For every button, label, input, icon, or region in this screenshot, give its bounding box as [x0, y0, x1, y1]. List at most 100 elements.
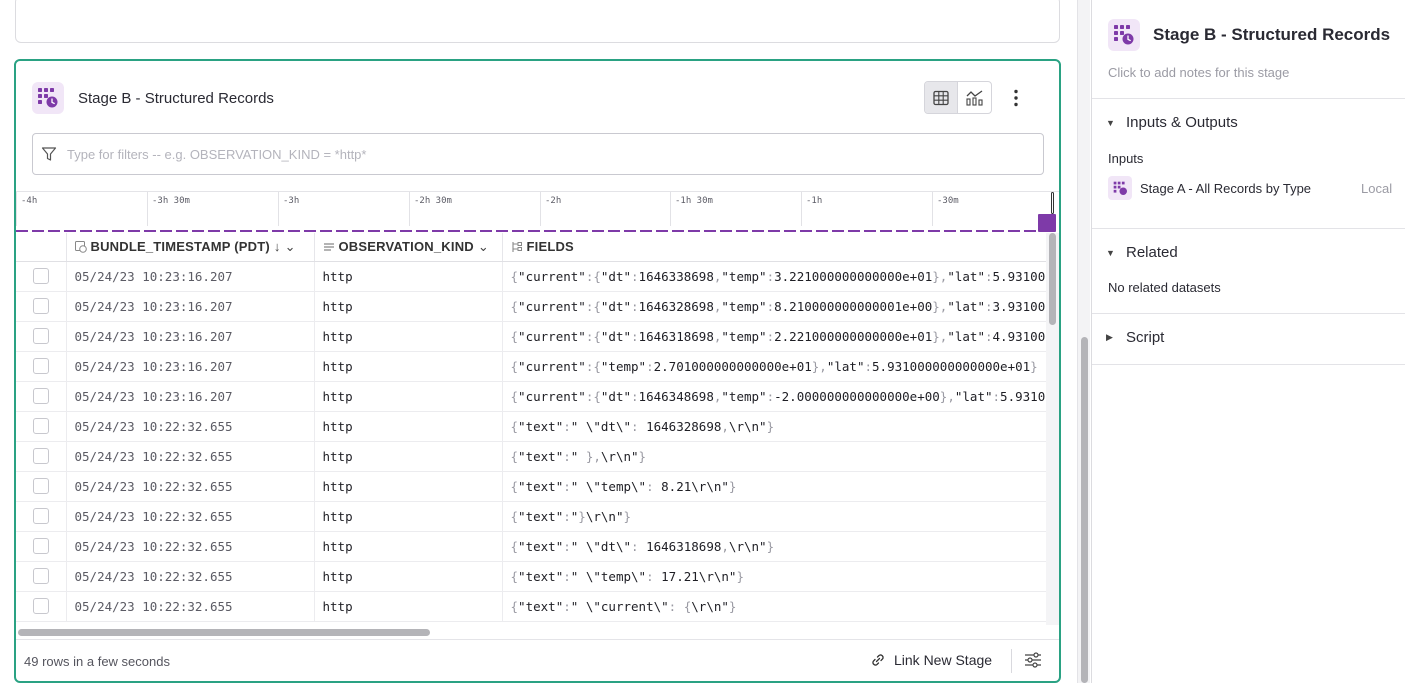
timestamp-cell[interactable]: 05/24/23 10:22:32.655 [66, 471, 315, 502]
observation-kind-cell[interactable]: http [314, 501, 503, 532]
table-row[interactable]: 05/24/23 10:23:16.207 http {"current":{"dt… [16, 321, 1046, 352]
scrollbar-thumb[interactable] [1081, 337, 1088, 683]
link-new-stage-button[interactable]: Link New Stage [870, 652, 992, 668]
visualize-view-icon[interactable] [958, 82, 991, 113]
observation-kind-cell[interactable]: http [314, 441, 503, 472]
observation-kind-cell[interactable]: http [314, 411, 503, 442]
row-checkbox[interactable] [32, 298, 49, 315]
stage-header: Stage B - Structured Records [32, 81, 274, 115]
table-row[interactable]: 05/24/23 10:22:32.655 http {"text":" \"tem… [16, 471, 1046, 502]
row-count: 49 rows in a few seconds [24, 654, 170, 669]
column-header-fields[interactable]: FIELDS [502, 233, 1046, 262]
table-view-icon[interactable] [925, 82, 959, 113]
string-column-icon [323, 243, 334, 251]
table-header-row: BUNDLE_TIMESTAMP (PDT) ↓ ⌄ OBSERVATION_KIN… [16, 233, 1046, 262]
row-checkbox[interactable] [32, 538, 49, 555]
chevron-down-icon[interactable]: ⌄ [285, 239, 296, 255]
table-row[interactable]: 05/24/23 10:22:32.655 http {"text":" \"tem… [16, 561, 1046, 592]
timestamp-cell[interactable]: 05/24/23 10:23:16.207 [66, 261, 315, 292]
row-checkbox[interactable] [32, 328, 49, 345]
observation-kind-cell[interactable]: http [314, 591, 503, 622]
timeline-tick: -4h [16, 192, 147, 226]
timestamp-cell[interactable]: 05/24/23 10:22:32.655 [66, 411, 315, 442]
fields-cell[interactable]: {"text":" \"dt\": 1646318698,\r\n"} [502, 531, 1046, 562]
timeline-data-bar[interactable] [1038, 214, 1056, 232]
table-row[interactable]: 05/24/23 10:22:32.655 http {"text":" \"dt\… [16, 531, 1046, 562]
section-related[interactable]: ▼ Related [1106, 244, 1178, 261]
observation-kind-cell[interactable]: http [314, 531, 503, 562]
table-horizontal-scrollbar[interactable] [16, 625, 1046, 639]
stage-footer: 49 rows in a few seconds Link New Stage [16, 639, 1059, 681]
timestamp-cell[interactable]: 05/24/23 10:22:32.655 [66, 441, 315, 472]
filter-bar[interactable] [32, 133, 1044, 175]
stage-notes[interactable]: Click to add notes for this stage [1108, 65, 1289, 80]
timestamp-cell[interactable]: 05/24/23 10:23:16.207 [66, 351, 315, 382]
fields-cell[interactable]: {"current":{"dt":1646318698,"temp":2.221… [502, 321, 1046, 352]
table-vertical-scrollbar[interactable] [1046, 233, 1059, 625]
timestamp-cell[interactable]: 05/24/23 10:22:32.655 [66, 561, 315, 592]
section-inputs-outputs[interactable]: ▼ Inputs & Outputs [1106, 114, 1238, 131]
row-checkbox[interactable] [32, 478, 49, 495]
row-checkbox[interactable] [32, 568, 49, 585]
table-row[interactable]: 05/24/23 10:22:32.655 http {"text":"}\r\n"… [16, 501, 1046, 532]
fields-cell[interactable]: {"text":" \"current\": {\r\n"} [502, 591, 1046, 622]
column-header-bundle-timestamp[interactable]: BUNDLE_TIMESTAMP (PDT) ↓ ⌄ [66, 233, 315, 262]
timestamp-cell[interactable]: 05/24/23 10:22:32.655 [66, 531, 315, 562]
row-checkbox[interactable] [32, 508, 49, 525]
row-checkbox[interactable] [32, 598, 49, 615]
fields-cell[interactable]: {"current":{"temp":2.701000000000000e+01… [502, 351, 1046, 382]
timestamp-cell[interactable]: 05/24/23 10:23:16.207 [66, 291, 315, 322]
observation-kind-cell[interactable]: http [314, 381, 503, 412]
table-row[interactable]: 05/24/23 10:22:32.655 http {"text":" },\r\… [16, 441, 1046, 472]
divider [1092, 364, 1405, 365]
panel-title[interactable]: Stage B - Structured Records [1153, 25, 1390, 45]
timestamp-cell[interactable]: 05/24/23 10:22:32.655 [66, 591, 315, 622]
fields-cell[interactable]: {"text":"}\r\n"} [502, 501, 1046, 532]
timestamp-cell[interactable]: 05/24/23 10:22:32.655 [66, 501, 315, 532]
row-checkbox[interactable] [32, 388, 49, 405]
fields-cell[interactable]: {"current":{"dt":1646338698,"temp":3.221… [502, 261, 1046, 292]
fields-cell[interactable]: {"text":" \"temp\": 8.21\r\n"} [502, 471, 1046, 502]
table-row[interactable]: 05/24/23 10:22:32.655 http {"text":" \"cur… [16, 591, 1046, 622]
fields-cell[interactable]: {"current":{"dt":1646328698,"temp":8.210… [502, 291, 1046, 322]
workspace-scrollbar[interactable] [1077, 0, 1090, 683]
filter-input[interactable] [67, 146, 1007, 162]
observation-kind-cell[interactable]: http [314, 471, 503, 502]
timeline[interactable]: -4h -3h 30m -3h -2h 30m -2h -1h 30m -1h … [16, 191, 1059, 233]
table-row[interactable]: 05/24/23 10:23:16.207 http {"current":{"te… [16, 351, 1046, 382]
settings-sliders-icon[interactable] [1024, 651, 1042, 674]
observation-kind-cell[interactable]: http [314, 291, 503, 322]
stage-card[interactable]: Stage B - Structured Records -4h -3h 30m… [14, 59, 1061, 683]
timestamp-cell[interactable]: 05/24/23 10:23:16.207 [66, 381, 315, 412]
column-header-observation-kind[interactable]: OBSERVATION_KIND ⌄ [314, 233, 503, 262]
timeline-range-handle[interactable] [1051, 192, 1054, 214]
section-script[interactable]: ▶ Script [1106, 329, 1164, 346]
timeline-baseline [16, 230, 1040, 232]
timestamp-cell[interactable]: 05/24/23 10:23:16.207 [66, 321, 315, 352]
table-row[interactable]: 05/24/23 10:23:16.207 http {"current":{"dt… [16, 381, 1046, 412]
table-row[interactable]: 05/24/23 10:22:32.655 http {"text":" \"dt\… [16, 411, 1046, 442]
fields-cell[interactable]: {"text":" },\r\n"} [502, 441, 1046, 472]
input-stage-link[interactable]: Stage A - All Records by Type Local [1108, 176, 1405, 200]
fields-cell[interactable]: {"current":{"dt":1646348698,"temp":-2.00… [502, 381, 1046, 412]
fields-cell[interactable]: {"text":" \"dt\": 1646328698,\r\n"} [502, 411, 1046, 442]
table-row[interactable]: 05/24/23 10:23:16.207 http {"current":{"dt… [16, 261, 1046, 292]
previous-stage-card[interactable] [15, 0, 1060, 43]
chevron-down-icon[interactable]: ⌄ [478, 239, 489, 255]
divider [1092, 228, 1405, 229]
row-checkbox[interactable] [32, 268, 49, 285]
table-row[interactable]: 05/24/23 10:23:16.207 http {"current":{"dt… [16, 291, 1046, 322]
sort-desc-icon[interactable]: ↓ [274, 239, 281, 254]
observation-kind-cell[interactable]: http [314, 561, 503, 592]
observation-kind-cell[interactable]: http [314, 261, 503, 292]
row-checkbox[interactable] [32, 418, 49, 435]
row-checkbox[interactable] [32, 448, 49, 465]
observation-kind-cell[interactable]: http [314, 351, 503, 382]
observation-kind-cell[interactable]: http [314, 321, 503, 352]
scrollbar-thumb[interactable] [18, 629, 430, 636]
more-vertical-icon[interactable] [1002, 81, 1030, 114]
stage-title[interactable]: Stage B - Structured Records [78, 90, 274, 107]
row-checkbox[interactable] [32, 358, 49, 375]
fields-cell[interactable]: {"text":" \"temp\": 17.21\r\n"} [502, 561, 1046, 592]
scrollbar-thumb[interactable] [1049, 233, 1056, 325]
